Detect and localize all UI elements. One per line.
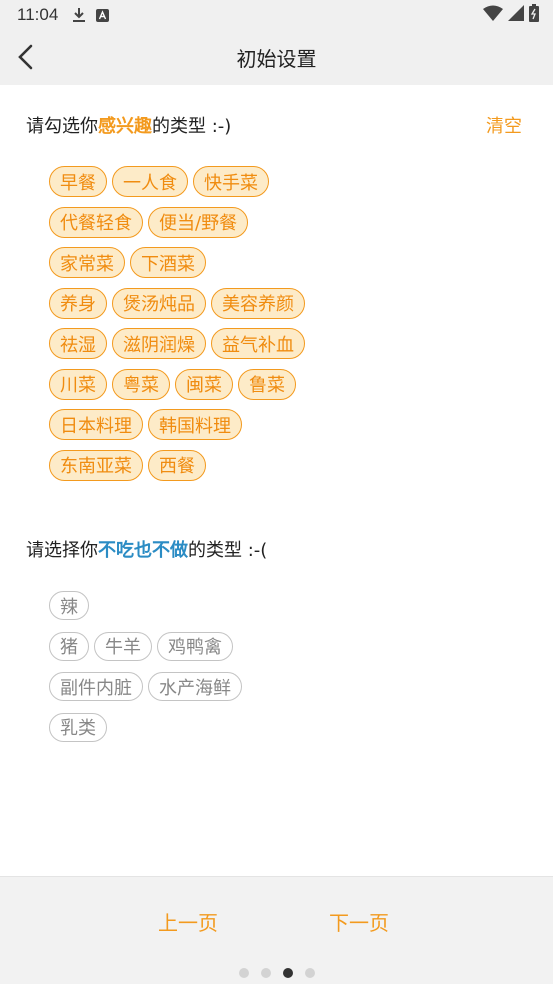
like-section-heading: 请勾选你 感兴趣 的类型 :-) [26,112,526,138]
app-bar: 初始设置 [0,30,553,85]
status-bar: 11:04 [0,0,553,30]
dislike-tag-list: 辣 猪 牛羊 鸡鸭禽 副件内脏 水产海鲜 乳类 [49,591,519,753]
like-tag[interactable]: 下酒菜 [130,247,206,278]
dislike-heading-highlight: 不吃也不做 [98,540,188,561]
like-heading-prefix: 请勾选你 [26,116,98,137]
dislike-tag-row: 猪 牛羊 鸡鸭禽 [49,631,519,661]
dislike-section-heading: 请选择你 不吃也不做 的类型 :-( [26,536,526,562]
like-tag-row: 祛湿 滋阴润燥 益气补血 [49,328,519,359]
status-time: 11:04 [17,5,59,24]
like-tag[interactable]: 祛湿 [49,328,107,359]
clear-button[interactable]: 清空 [486,112,522,138]
like-tag[interactable]: 西餐 [148,449,206,481]
like-tag[interactable]: 川菜 [49,368,107,400]
like-tag[interactable]: 日本料理 [49,409,143,440]
like-tag[interactable]: 一人食 [112,166,188,197]
like-tag[interactable]: 粤菜 [112,368,170,400]
bottom-nav: 上一页 下一页 [0,876,553,984]
like-tag[interactable]: 鲁菜 [238,368,296,400]
like-tag[interactable]: 便当/野餐 [148,206,249,238]
dislike-tag[interactable]: 牛羊 [94,631,152,661]
page-dot [238,968,249,978]
like-tag-row: 家常菜 下酒菜 [49,247,519,278]
dislike-heading-prefix: 请选择你 [26,540,98,561]
like-tag[interactable]: 家常菜 [49,247,125,278]
dislike-tag[interactable]: 猪 [49,631,89,661]
dislike-tag[interactable]: 水产海鲜 [148,672,242,701]
like-tag[interactable]: 闽菜 [175,368,233,400]
page-dot [304,968,315,978]
next-page-button[interactable]: 下一页 [329,907,389,936]
like-tag-row: 川菜 粤菜 闽菜 鲁菜 [49,368,519,400]
dislike-heading-suffix: 的类型 :-( [188,540,268,561]
dislike-tag[interactable]: 副件内脏 [49,672,143,701]
battery-icon [529,4,539,26]
like-heading-suffix: 的类型 :-) [152,116,232,137]
page-dot [260,968,271,978]
dislike-tag-row: 乳类 [49,712,519,742]
like-heading-highlight: 感兴趣 [98,116,152,137]
signal-icon [508,5,524,25]
chevron-left-icon [18,44,33,70]
dislike-tag[interactable]: 鸡鸭禽 [157,631,233,661]
like-tag[interactable]: 早餐 [49,166,107,197]
like-tag-row: 早餐 一人食 快手菜 [49,166,519,197]
page-title: 初始设置 [236,47,317,71]
accessibility-a-icon [96,8,110,22]
back-button[interactable] [8,40,42,74]
like-tag-list: 早餐 一人食 快手菜 代餐轻食 便当/野餐 家常菜 下酒菜 养身 煲汤炖品 美容… [49,166,519,490]
like-tag[interactable]: 代餐轻食 [49,206,143,238]
like-tag[interactable]: 韩国料理 [148,409,242,440]
dislike-tag-row: 辣 [49,591,519,620]
like-tag[interactable]: 养身 [49,287,107,319]
dislike-tag[interactable]: 乳类 [49,712,107,742]
like-tag[interactable]: 煲汤炖品 [112,287,206,319]
download-icon [72,7,86,23]
wifi-icon [483,5,503,25]
dislike-tag-row: 副件内脏 水产海鲜 [49,672,519,701]
like-tag[interactable]: 快手菜 [193,166,269,197]
like-tag-row: 代餐轻食 便当/野餐 [49,206,519,238]
prev-page-button[interactable]: 上一页 [158,907,218,936]
like-tag[interactable]: 益气补血 [211,328,305,359]
dislike-tag[interactable]: 辣 [49,591,89,620]
like-tag[interactable]: 滋阴润燥 [112,328,206,359]
like-tag-row: 东南亚菜 西餐 [49,449,519,481]
like-tag-row: 日本料理 韩国料理 [49,409,519,440]
page-dot [282,968,293,978]
like-tag[interactable]: 美容养颜 [211,287,305,319]
like-tag-row: 养身 煲汤炖品 美容养颜 [49,287,519,319]
like-tag[interactable]: 东南亚菜 [49,449,143,481]
page-indicator [0,968,553,978]
